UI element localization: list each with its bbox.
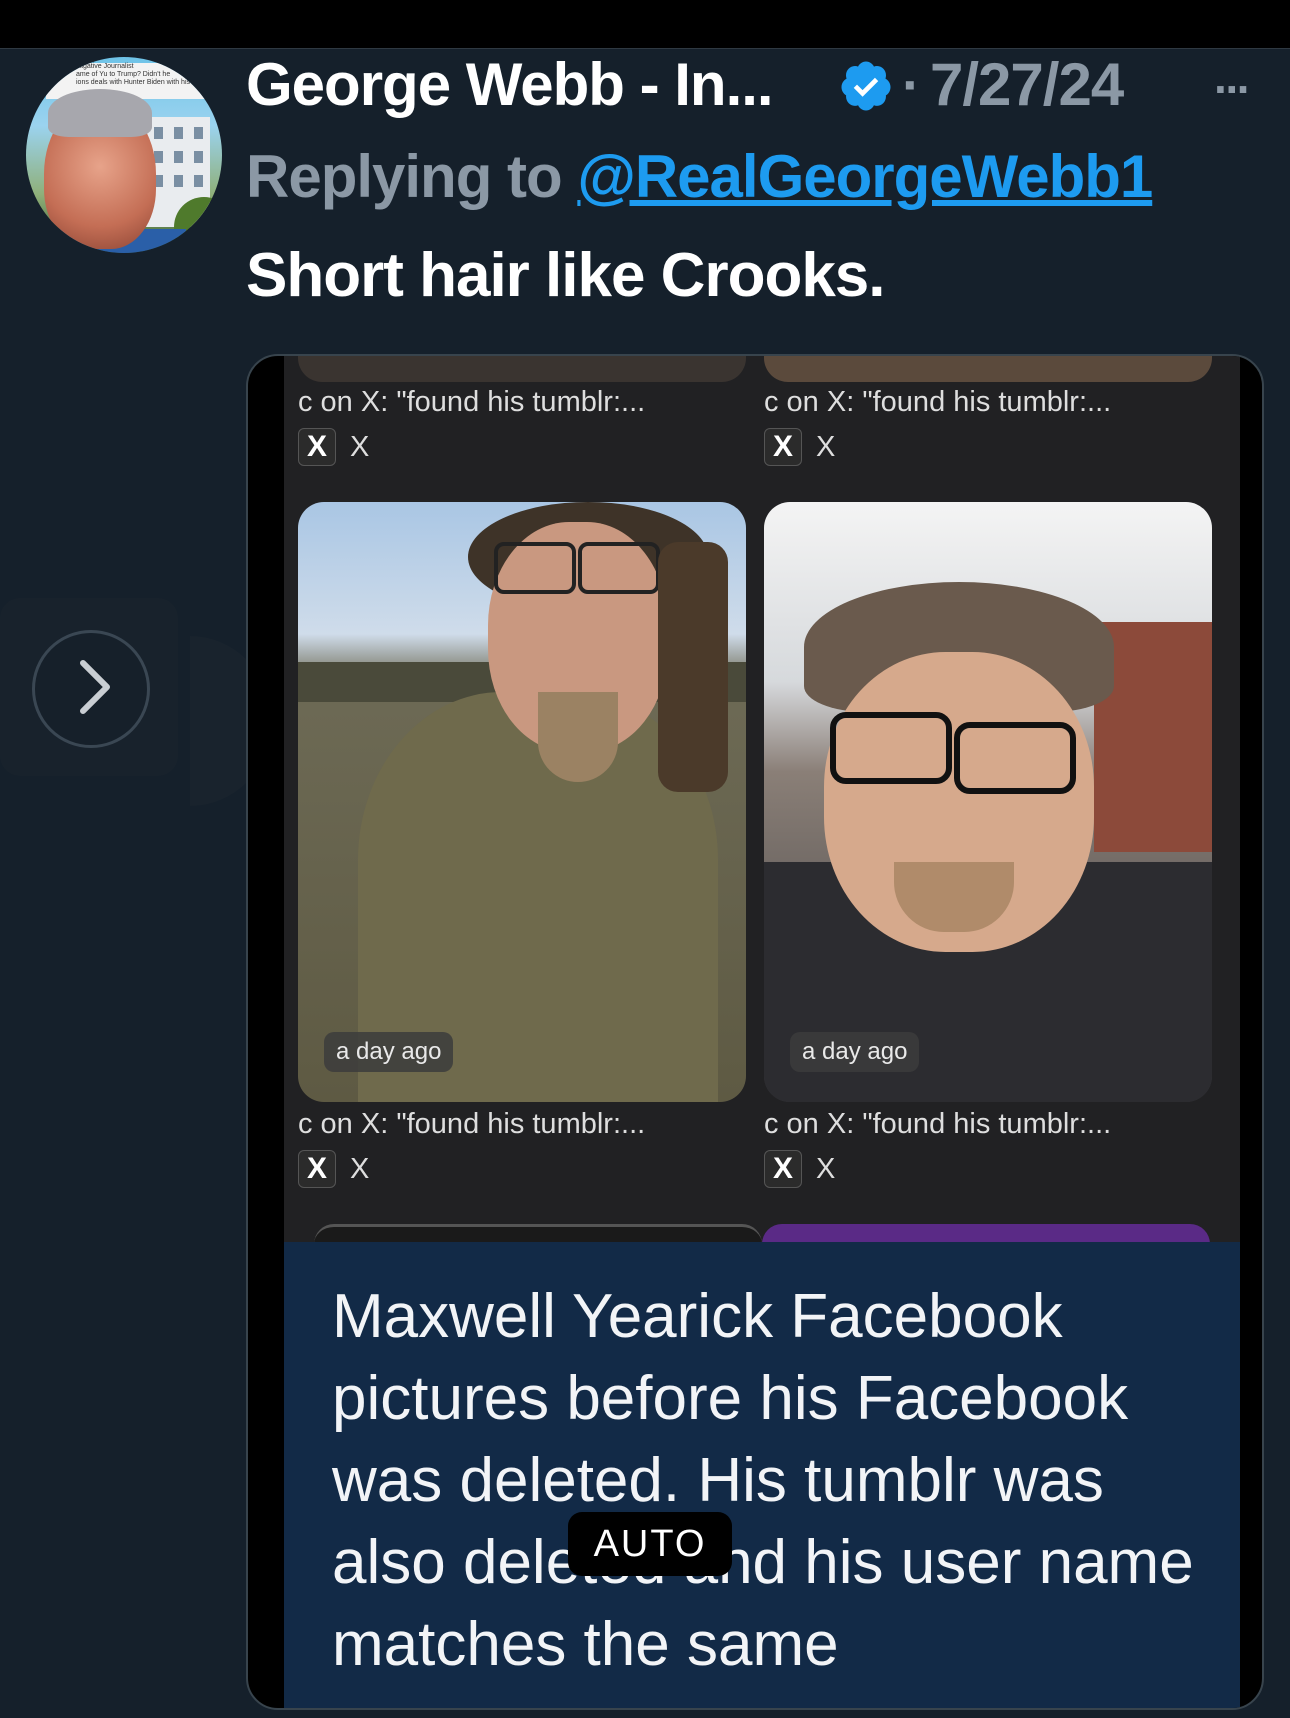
reply-context: Replying to @RealGeorgeWebb1	[246, 142, 1153, 211]
result-source: X X	[764, 428, 835, 466]
next-results-row	[284, 1224, 1240, 1247]
avatar-banner-line: ions deals with Hunter Biden with his e	[76, 79, 196, 86]
next-button[interactable]	[32, 630, 150, 748]
result-source-name: X	[350, 1152, 370, 1185]
autoplay-badge[interactable]: AUTO	[568, 1512, 732, 1576]
x-logo-icon: X	[764, 428, 802, 466]
x-logo-icon: X	[764, 1150, 802, 1188]
result-source: X X	[298, 1150, 369, 1188]
x-logo-icon: X	[298, 428, 336, 466]
result-source-name: X	[816, 1152, 836, 1185]
verified-badge-icon	[841, 61, 891, 111]
result-caption: c on X: "found his tumblr:...	[764, 386, 1112, 418]
result-source: X X	[298, 428, 369, 466]
avatar-hair	[48, 89, 152, 137]
reply-prefix: Replying to	[246, 143, 563, 210]
avatar-banner-line: ame of Yu to Trump? Didn't he	[76, 71, 171, 78]
result-thumbnail-partial	[298, 356, 746, 382]
date-separator: ·	[902, 53, 921, 116]
avatar[interactable]: stigative Journalist ame of Yu to Trump?…	[26, 57, 222, 253]
result-photo	[298, 502, 746, 1102]
tweet-date[interactable]: 7/27/24	[930, 50, 1124, 119]
result-timestamp: a day ago	[790, 1032, 920, 1072]
result-thumbnail-partial	[764, 356, 1212, 382]
result-caption: c on X: "found his tumblr:...	[298, 1108, 646, 1140]
result-caption: c on X: "found his tumblr:...	[764, 1108, 1112, 1140]
chevron-right-icon	[80, 660, 110, 714]
result-source-name: X	[350, 430, 370, 463]
tweet-text: Short hair like Crooks.	[246, 241, 886, 310]
display-name[interactable]: George Webb - In...	[246, 50, 774, 119]
result-card[interactable]: c on X: "found his tumblr:... X X	[764, 356, 1212, 466]
avatar-banner-line: stigative Journalist	[76, 63, 134, 70]
result-card[interactable]: c on X: "found his tumblr:... X X	[298, 356, 746, 466]
result-source-name: X	[816, 430, 836, 463]
result-timestamp: a day ago	[324, 1032, 454, 1072]
result-source: X X	[764, 1150, 835, 1188]
media-attachment[interactable]: c on X: "found his tumblr:... X X c on X…	[246, 354, 1264, 1710]
more-options-icon[interactable]: ···	[1214, 62, 1252, 116]
result-photo	[764, 502, 1212, 1102]
overlay-caption-text: Maxwell Yearick Facebook pictures before…	[332, 1282, 1194, 1679]
status-bar	[0, 0, 1290, 49]
result-card[interactable]: a day ago c on X: "found his tumblr:... …	[298, 502, 746, 1202]
result-card[interactable]: a day ago c on X: "found his tumblr:... …	[764, 502, 1212, 1202]
reply-handle-link[interactable]: @RealGeorgeWebb1	[577, 143, 1153, 210]
overlay-caption: Maxwell Yearick Facebook pictures before…	[284, 1242, 1240, 1708]
result-thumbnail-partial	[762, 1224, 1210, 1244]
result-caption: c on X: "found his tumblr:...	[298, 386, 646, 418]
x-logo-icon: X	[298, 1150, 336, 1188]
